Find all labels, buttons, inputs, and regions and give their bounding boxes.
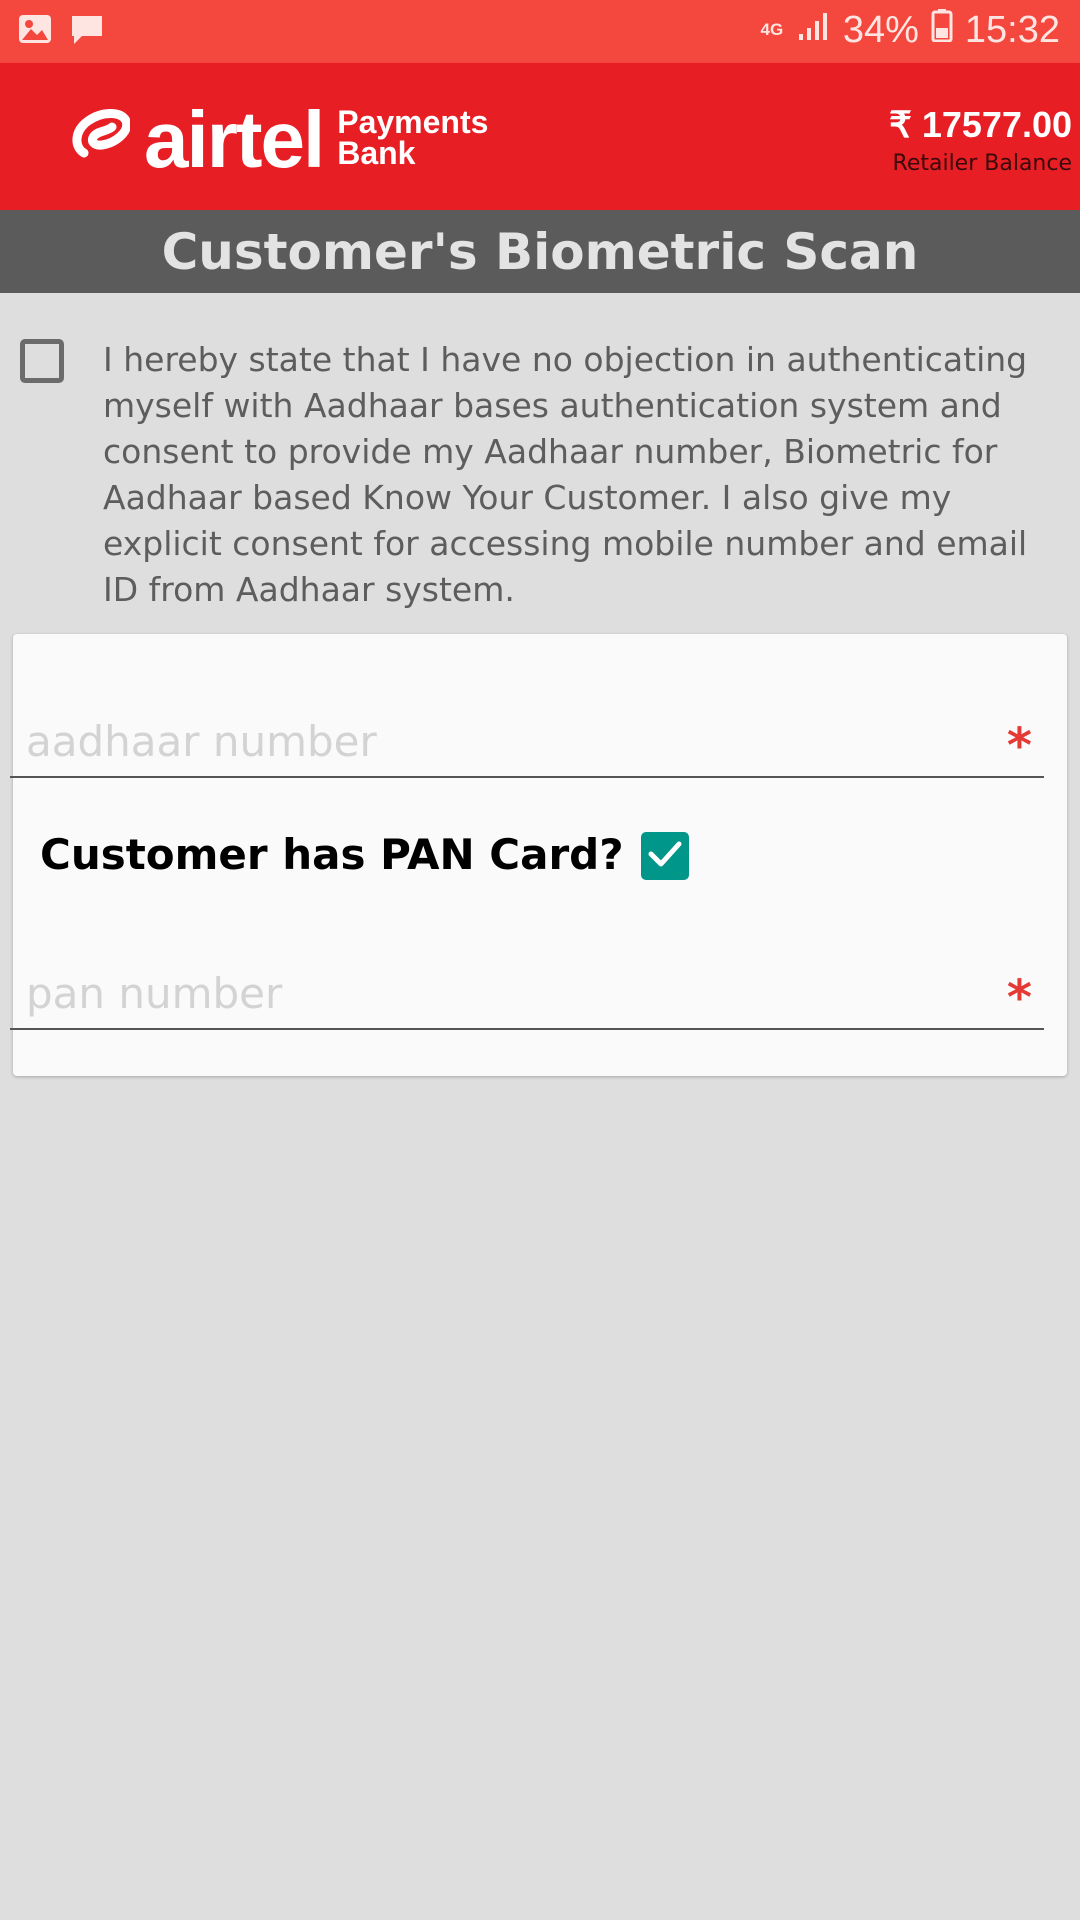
balance-amount: ₹ 17577.00 [888, 104, 1072, 145]
page-title: Customer's Biometric Scan [161, 222, 919, 281]
consent-checkbox[interactable] [20, 339, 64, 383]
network-type: 4G [760, 20, 784, 39]
aadhaar-number-input[interactable] [26, 708, 976, 774]
app-header: airtel Payments Bank ₹ 17577.00 Retailer… [0, 63, 1080, 210]
pan-required-mark: * [1006, 970, 1032, 1026]
airtel-swirl-icon [72, 103, 132, 169]
pan-card-question: Customer has PAN Card? [40, 829, 624, 879]
image-notification-icon [18, 14, 52, 50]
consent-section: I hereby state that I have no objection … [0, 293, 1080, 633]
pan-card-question-row: Customer has PAN Card? [40, 826, 689, 882]
logo-word: airtel [144, 95, 325, 184]
battery-icon [931, 8, 953, 52]
consent-text: I hereby state that I have no objection … [103, 340, 1028, 609]
signal-icon [797, 9, 831, 52]
retailer-balance: ₹ 17577.00 Retailer Balance [888, 104, 1072, 177]
clock: 15:32 [964, 8, 1060, 51]
aadhaar-field: * [10, 708, 1044, 778]
battery-percent: 34% [842, 8, 919, 51]
pan-number-input[interactable] [26, 960, 976, 1026]
logo-subtitle: Payments Bank [337, 103, 488, 169]
pan-card-checkbox[interactable] [641, 832, 689, 880]
pan-field: * [10, 960, 1044, 1030]
logo-sub-line2: Bank [337, 135, 416, 171]
message-notification-icon [70, 14, 104, 50]
aadhaar-required-mark: * [1006, 718, 1032, 774]
balance-label: Retailer Balance [892, 151, 1072, 176]
title-bar: Customer's Biometric Scan [0, 210, 1080, 293]
airtel-payments-bank-logo: airtel Payments Bank [72, 95, 488, 184]
logo-sub-line1: Payments [337, 104, 489, 140]
checkmark-icon [647, 839, 683, 873]
status-bar: 4G 34% 15:32 [0, 0, 1080, 63]
